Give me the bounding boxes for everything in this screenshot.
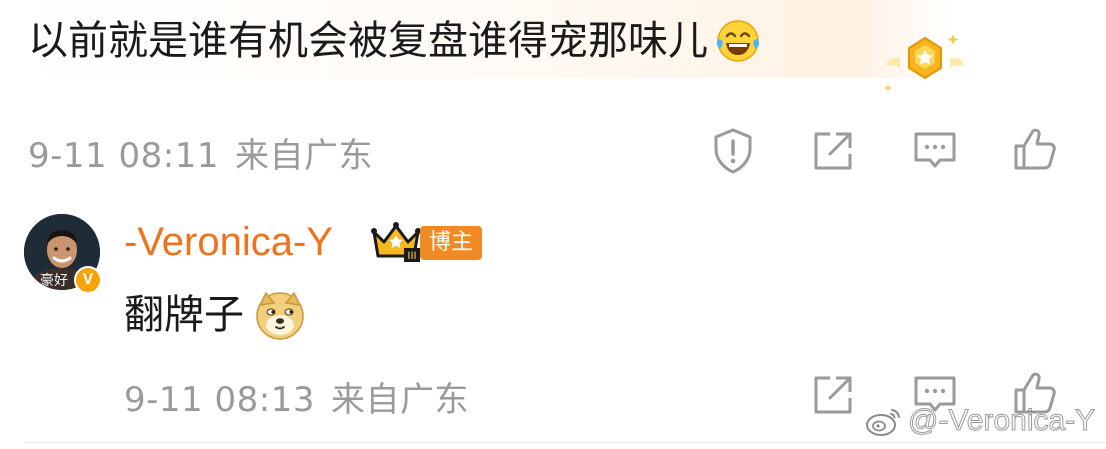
avatar-caption: 豪好 (40, 273, 68, 289)
watermark: @-Veronica-Y (864, 404, 1096, 438)
gold-medal-badge-icon (884, 34, 964, 92)
weibo-logo-icon (866, 409, 900, 436)
divider (24, 442, 1106, 443)
share-icon[interactable] (808, 126, 858, 176)
laughing-tears-emoji-icon (716, 20, 760, 62)
comment-icon[interactable] (910, 126, 960, 176)
comment-text-content: 以前就是谁有机会被复盘谁得宠那味儿 (28, 18, 708, 64)
comment-location: 来自广东 (234, 136, 373, 176)
comment-text: 以前就是谁有机会被复盘谁得宠那味儿 (28, 14, 762, 68)
like-icon[interactable] (1010, 124, 1060, 174)
username[interactable]: -Veronica-Y (124, 214, 333, 270)
report-icon[interactable] (708, 126, 758, 176)
author-tag: 博主 (420, 226, 482, 260)
reply-meta: 9-11 08:13 来自广东 (124, 372, 469, 421)
crown-level-icon: III (371, 222, 421, 262)
doge-emoji-icon (256, 291, 304, 340)
reply-location: 来自广东 (330, 380, 469, 420)
comment-meta: 9-11 08:11 来自广东 (28, 128, 373, 177)
watermark-text: @-Veronica-Y (907, 404, 1096, 438)
crown-level-label: III (407, 250, 416, 262)
reply-text: 翻牌子 (124, 288, 306, 342)
comment-date: 9-11 08:11 (28, 136, 219, 176)
share-icon[interactable] (808, 370, 858, 420)
reply-text-content: 翻牌子 (124, 292, 244, 338)
verified-badge-icon: V (74, 266, 102, 294)
reply-date: 9-11 08:13 (124, 380, 315, 420)
